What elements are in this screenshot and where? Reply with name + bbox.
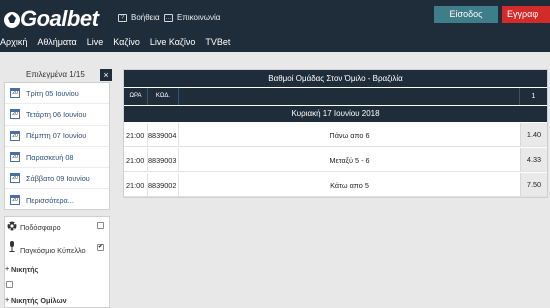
- help-icon: ?: [118, 13, 127, 22]
- match-row: 21:00 8839003 Μεταξύ 5 - 6 4.33: [124, 148, 547, 172]
- microphone-icon: [9, 241, 15, 252]
- nav-tvbet[interactable]: TVBet: [205, 35, 230, 49]
- match-code: 8839002: [148, 181, 177, 190]
- logo-ball-icon: [4, 12, 20, 28]
- market-label: Νικητής Ομίλων: [11, 296, 67, 305]
- nav-casino[interactable]: Καζίνο: [113, 35, 140, 49]
- date-label: Σάββατο 09 Ιουνίου: [26, 173, 90, 183]
- match-row: 21:00 8839004 Πάνω απο 6 1.40: [124, 123, 547, 147]
- football-icon: [7, 221, 17, 231]
- football-checkbox[interactable]: [97, 222, 104, 229]
- selected-count: Επιλεγμένα 1/15: [26, 70, 85, 79]
- col-odd-1: 1: [531, 93, 536, 100]
- contact-link[interactable]: … Επικοινωνία: [164, 13, 220, 22]
- top-header: Goalbet ? Βοήθεια … Επικοινωνία Είσοδος …: [0, 0, 550, 52]
- sport-filter: Ποδόσφαιρο Παγκόσμιο Κύπελλο + Νικητής +…: [4, 216, 110, 308]
- contact-label: Επικοινωνία: [177, 13, 221, 22]
- match-time: 21:00: [126, 131, 145, 140]
- col-description: [179, 88, 520, 105]
- nav-live-casino[interactable]: Live Καζίνο: [150, 35, 196, 49]
- competition-item[interactable]: Παγκόσμιο Κύπελλο: [5, 241, 109, 255]
- odds-panel: Βαθμοί Ομάδας Στον Όμιλο - Βραζιλία ΩΡΑ …: [123, 69, 548, 198]
- match-row: 21:00 8839002 Κάτω απο 5 7.50: [124, 173, 547, 197]
- odd-button[interactable]: 7.50: [520, 173, 547, 196]
- odd-button[interactable]: 1.40: [520, 123, 547, 146]
- date-label: Παρασκευή 08: [26, 152, 74, 162]
- match-time: 21:00: [126, 156, 145, 165]
- column-header: ΩΡΑ ΚΩΔ. 1: [124, 88, 547, 105]
- match-description: Πάνω απο 6: [329, 131, 370, 140]
- date-item[interactable]: 20 Σάββατο 09 Ιουνίου: [5, 168, 109, 190]
- register-button[interactable]: Εγγραφ: [502, 6, 550, 23]
- nav-home[interactable]: Αρχική: [0, 35, 27, 49]
- market-checkbox-row[interactable]: [5, 280, 109, 290]
- nav-live[interactable]: Live: [87, 35, 104, 49]
- expand-icon: +: [5, 295, 10, 304]
- date-item[interactable]: 20 Περισσότερα...: [5, 189, 109, 210]
- nav-sports[interactable]: Αθλήματα: [37, 35, 76, 49]
- sport-item-football[interactable]: Ποδόσφαιρο: [5, 221, 109, 235]
- col-time: ΩΡΑ: [124, 88, 148, 105]
- date-label: Περισσότερα...: [26, 195, 74, 205]
- help-link[interactable]: ? Βοήθεια: [118, 13, 160, 22]
- date-label: Τετάρτη 06 Ιουνίου: [26, 109, 87, 119]
- date-filter-list: 20 Τρίτη 05 Ιουνίου 20 Τετάρτη 06 Ιουνίο…: [4, 82, 110, 210]
- competition-label: Παγκόσμιο Κύπελλο: [20, 246, 86, 255]
- market-item-winner[interactable]: + Νικητής: [5, 264, 109, 274]
- logo-text: Goalbet: [20, 6, 99, 31]
- date-label: Τρίτη 05 Ιουνίου: [26, 88, 79, 98]
- match-time: 21:00: [126, 181, 145, 190]
- date-item[interactable]: 20 Παρασκευή 08: [5, 147, 109, 169]
- market-title: Βαθμοί Ομάδας Στον Όμιλο - Βραζιλία: [124, 70, 547, 87]
- calendar-icon: 20: [10, 152, 20, 163]
- col-code: ΚΩΔ.: [148, 88, 179, 105]
- day-header: Κυριακή 17 Ιουνίου 2018: [124, 106, 547, 122]
- calendar-icon: 20: [10, 195, 20, 206]
- date-item[interactable]: 20 Τρίτη 05 Ιουνίου: [5, 83, 109, 105]
- calendar-icon: 20: [10, 173, 20, 184]
- chat-icon: …: [164, 13, 173, 22]
- competition-checkbox[interactable]: [97, 243, 104, 251]
- calendar-icon: 20: [10, 109, 20, 120]
- clear-selection-button[interactable]: ×: [100, 69, 112, 81]
- logo[interactable]: Goalbet: [2, 6, 107, 32]
- date-item[interactable]: 20 Πέμπτη 07 Ιουνίου: [5, 126, 109, 147]
- match-description: Μεταξύ 5 - 6: [329, 156, 370, 165]
- main-nav: Αρχική Αθλήματα Live Καζίνο Live Καζίνο …: [0, 35, 240, 49]
- match-code: 8839004: [148, 131, 177, 140]
- expand-icon: +: [5, 264, 10, 273]
- market-item-group-winner[interactable]: + Νικητής Ομίλων: [5, 295, 109, 305]
- date-label: Πέμπτη 07 Ιουνίου: [26, 131, 87, 141]
- odd-button[interactable]: 4.33: [520, 148, 547, 171]
- calendar-icon: 20: [10, 88, 20, 99]
- market-checkbox[interactable]: [6, 281, 13, 288]
- market-label: Νικητής: [11, 265, 39, 274]
- date-item[interactable]: 20 Τετάρτη 06 Ιουνίου: [5, 104, 109, 126]
- match-description: Κάτω απο 5: [330, 181, 369, 190]
- help-label: Βοήθεια: [131, 13, 160, 22]
- selected-header: Επιλεγμένα 1/15 ×: [4, 69, 112, 82]
- login-button[interactable]: Είσοδος: [434, 6, 498, 23]
- calendar-icon: 20: [10, 130, 20, 141]
- match-code: 8839003: [148, 156, 177, 165]
- sport-label: Ποδόσφαιρο: [20, 223, 61, 232]
